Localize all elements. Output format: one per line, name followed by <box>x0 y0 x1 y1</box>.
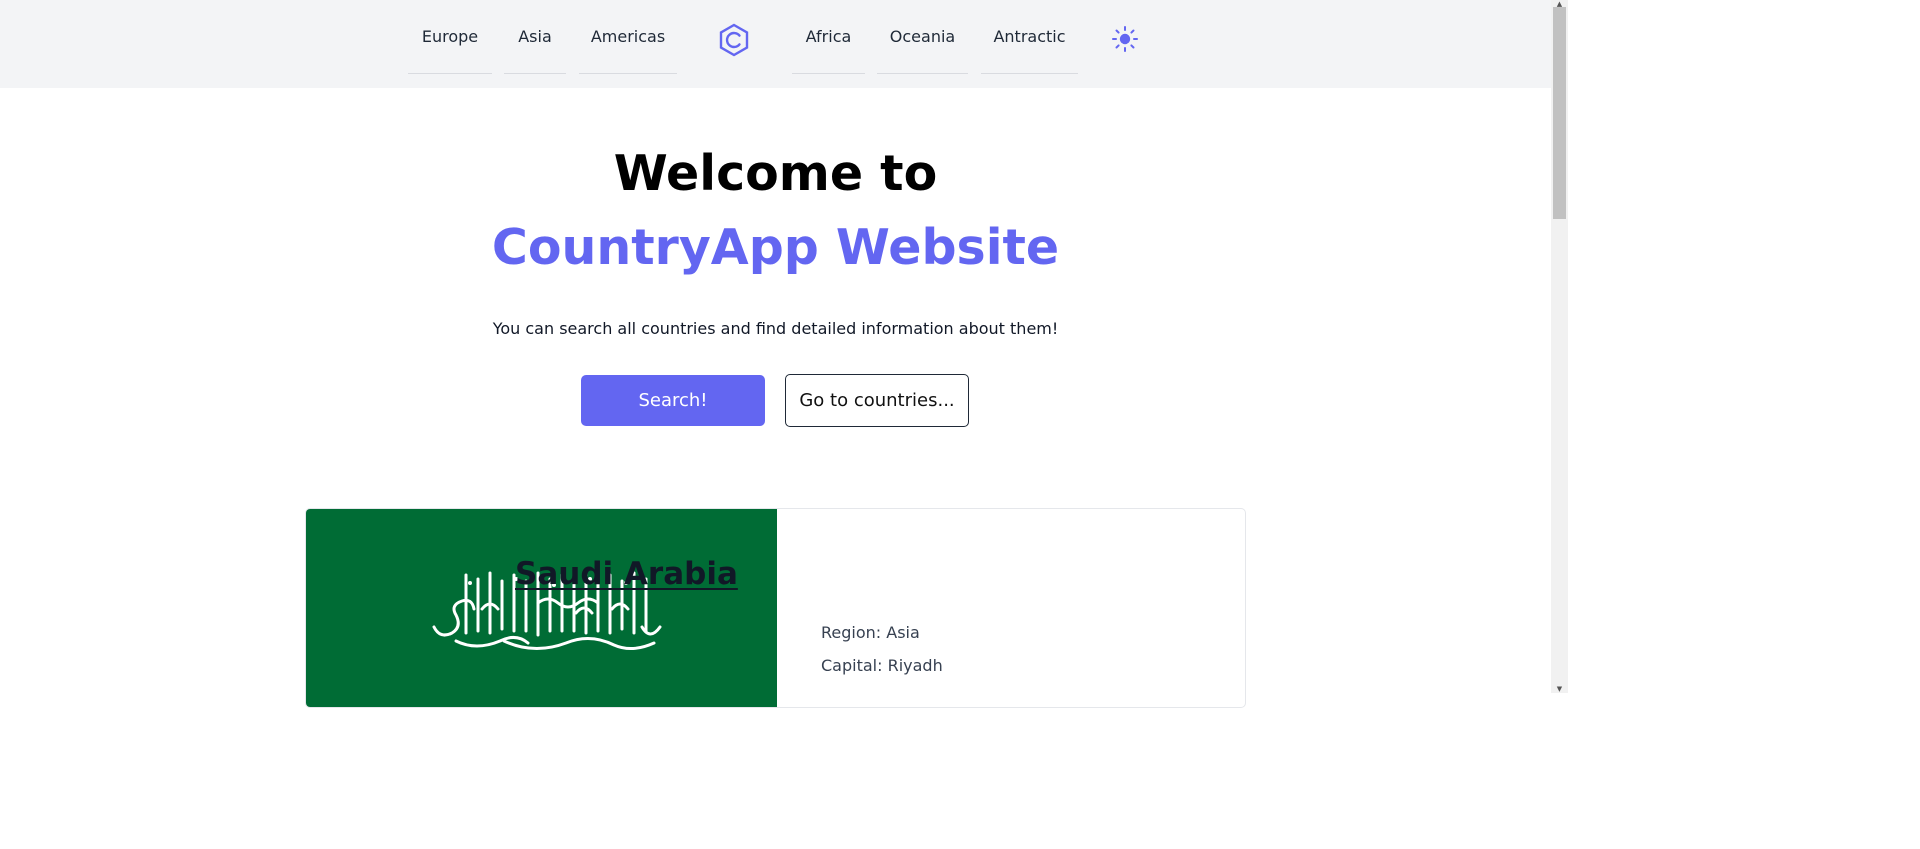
country-name-link[interactable]: Saudi Arabia <box>515 556 738 592</box>
scroll-down-arrow-icon[interactable]: ▼ <box>1551 685 1568 693</box>
country-region: Region: Asia <box>821 623 920 642</box>
go-to-countries-button[interactable]: Go to countries... <box>785 374 969 427</box>
site-name-heading: CountryApp Website <box>491 219 1060 276</box>
nav-link-americas[interactable]: Americas <box>579 0 677 74</box>
nav-link-asia[interactable]: Asia <box>504 0 566 74</box>
logo-icon[interactable] <box>717 23 751 57</box>
sun-icon[interactable] <box>1111 25 1139 53</box>
hero-subtitle: You can search all countries and find de… <box>492 319 1059 338</box>
nav-link-antractic[interactable]: Antractic <box>981 0 1078 74</box>
top-navbar: Europe Asia Americas Africa Oceania Antr… <box>0 0 1551 88</box>
nav-link-oceania[interactable]: Oceania <box>877 0 968 74</box>
country-capital: Capital: Riyadh <box>821 656 943 675</box>
nav-link-europe[interactable]: Europe <box>408 0 492 74</box>
welcome-heading: Welcome to <box>613 145 938 202</box>
scrollbar-thumb[interactable] <box>1553 7 1566 219</box>
flag-calligraphy <box>432 571 662 651</box>
nav-link-africa[interactable]: Africa <box>792 0 865 74</box>
country-card[interactable] <box>305 508 1246 708</box>
saudi-arabia-flag <box>306 509 777 707</box>
vertical-scrollbar[interactable]: ▲ ▼ <box>1551 0 1568 693</box>
search-button[interactable]: Search! <box>581 375 765 426</box>
